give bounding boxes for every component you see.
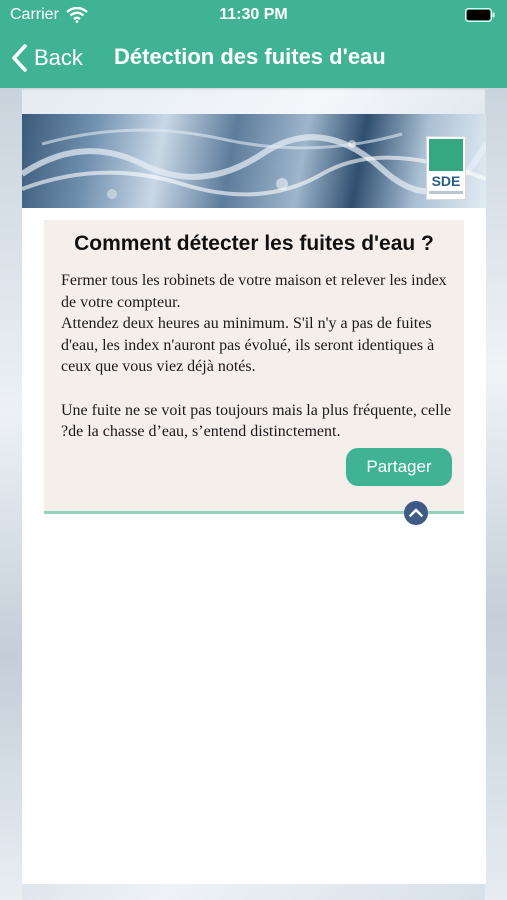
- battery-icon: [465, 8, 495, 22]
- background-water-left: [0, 88, 22, 900]
- article-title: Comment détecter les fuites d'eau ?: [74, 232, 434, 255]
- tree-logo-icon: [429, 139, 463, 171]
- logo-subtitle-mark: [429, 191, 463, 194]
- water-banner-image: SDE: [22, 114, 486, 208]
- article-paragraph: Une fuite ne se voit pas toujours mais l…: [61, 401, 452, 441]
- article-paragraph: Attendez deux heures au minimum. S'il n'…: [61, 315, 435, 376]
- page-title: Détection des fuites d'eau: [114, 44, 386, 69]
- paragraph-spacer: [61, 378, 459, 400]
- clock: 11:30 PM: [219, 6, 288, 23]
- chevron-up-circle-icon[interactable]: [404, 501, 428, 525]
- sde-logo: SDE: [426, 136, 466, 200]
- article-paragraph: Fermer tous les robinets de votre maison…: [61, 272, 447, 311]
- background-water-right: [485, 88, 507, 900]
- article-body: Fermer tous les robinets de votre maison…: [61, 270, 459, 443]
- info-panel: Comment détecter les fuites d'eau ? Ferm…: [44, 220, 464, 512]
- back-label: Back: [34, 45, 83, 70]
- sde-logo-text: SDE: [431, 173, 461, 189]
- back-button[interactable]: Back: [10, 40, 83, 76]
- status-bar: Carrier 11:30 PM: [0, 0, 507, 30]
- divider: [44, 511, 464, 514]
- share-button[interactable]: Partager: [346, 448, 452, 486]
- navigation-bar: Back Détection des fuites d'eau: [0, 30, 507, 88]
- chevron-left-icon: [12, 44, 27, 72]
- content-card: SDE Comment détecter les fuites d'eau ? …: [22, 114, 486, 884]
